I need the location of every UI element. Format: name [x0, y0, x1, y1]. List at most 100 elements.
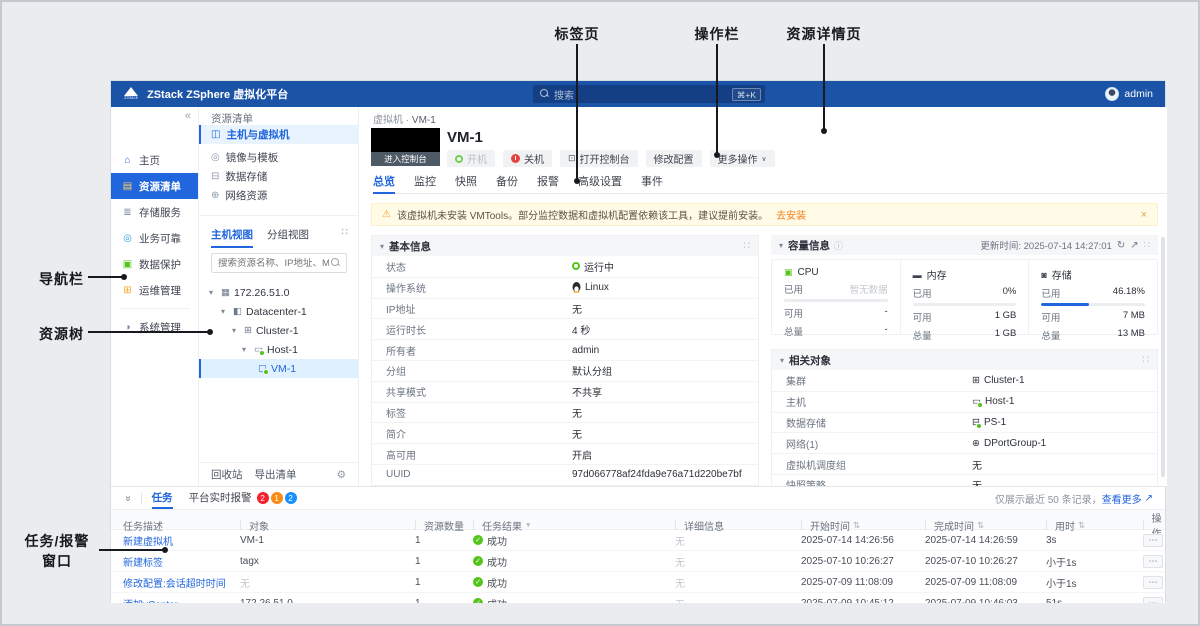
global-search-input[interactable]: 搜索 ⌘+K	[533, 85, 765, 103]
collapse-panel-icon[interactable]: »	[122, 495, 133, 501]
modify-config-button[interactable]: 修改配置	[646, 150, 702, 167]
host-link[interactable]: ▭Host-1	[972, 396, 1014, 407]
power-off-button[interactable]: 关机	[503, 150, 552, 167]
open-console-button[interactable]: ⊡ 打开控制台	[560, 150, 638, 167]
user-menu[interactable]: admin	[1105, 81, 1153, 107]
task-link[interactable]: 新建虚拟机	[123, 533, 240, 548]
annotation-line-resource-tree	[88, 331, 208, 333]
tab-group-view[interactable]: 分组视图	[267, 227, 309, 248]
cpu-icon: ▣	[784, 267, 793, 278]
rpanel-item-network[interactable]: ⊕ 网络资源	[199, 186, 358, 205]
resource-panel: 资源清单 ◫ 主机与虚拟机 ◎ 镜像与模板 ⊟ 数据存储 ⊕ 网络资源 主机视图…	[199, 107, 359, 486]
tree-node-cluster[interactable]: ▾ ⊞ Cluster-1	[199, 321, 358, 340]
sidebar-collapse-icon[interactable]: «	[185, 110, 191, 122]
task-link[interactable]: 添加vCenter	[123, 596, 240, 604]
caret-down-icon[interactable]: ▾	[779, 241, 783, 250]
drag-handle-icon[interactable]: ∷	[1142, 354, 1149, 366]
tab-alarm[interactable]: 报警	[537, 173, 559, 194]
critical-alarm-badge[interactable]: 2	[257, 492, 269, 504]
gear-icon[interactable]: ⚙	[337, 469, 346, 481]
user-avatar	[1105, 87, 1119, 101]
drag-handle-icon[interactable]: ∷	[1144, 240, 1150, 251]
tab-events[interactable]: 事件	[641, 173, 663, 194]
external-link-icon[interactable]: ↗	[1145, 493, 1153, 504]
related-objects-card: ▾ 相关对象 ∷ 集群 ⊞Cluster-1 主机 ▭Host-1 数据存储 ⊟…	[771, 349, 1158, 486]
power-on-button[interactable]: 开机	[447, 150, 495, 167]
layout-grid-icon[interactable]: ∷	[342, 227, 348, 238]
sort-icon[interactable]: ⇅	[853, 520, 860, 531]
tab-platform-alarms[interactable]: 平台实时报警	[189, 487, 252, 509]
tab-tasks[interactable]: 任务	[152, 487, 173, 509]
tree-node-label: VM-1	[271, 363, 296, 375]
recycle-bin-link[interactable]: 回收站	[211, 467, 243, 482]
cluster-link[interactable]: ⊞Cluster-1	[972, 375, 1025, 386]
sidebar-item-ops[interactable]: ⊞ 运维管理	[111, 277, 198, 303]
annotation-line-action-bar	[716, 44, 718, 154]
install-link[interactable]: 去安装	[776, 207, 806, 222]
rpanel-item-host-vm[interactable]: ◫ 主机与虚拟机	[199, 125, 358, 144]
tab-advanced[interactable]: 高级设置	[578, 173, 622, 194]
tab-snapshot[interactable]: 快照	[455, 173, 477, 194]
row-actions-button[interactable]: ⋯	[1143, 576, 1163, 589]
success-icon: ✓	[473, 577, 483, 587]
power-on-icon	[455, 155, 463, 163]
tab-overview[interactable]: 总览	[373, 173, 395, 194]
nav-sidebar: « ⌂ 主页 ▤ 资源清单 ≣ 存储服务 ◎ 业务可靠	[111, 107, 199, 486]
annotation-dot-tab-page	[574, 178, 580, 184]
caret-down-icon[interactable]: ▾	[232, 326, 240, 335]
vm-title: VM-1	[447, 129, 483, 146]
col-object: 对象	[240, 518, 415, 533]
caret-down-icon[interactable]: ▾	[242, 345, 250, 354]
external-link-icon[interactable]: ↗	[1130, 240, 1138, 251]
task-link[interactable]: 新建标签	[123, 554, 240, 569]
rpanel-footer: 回收站 导出清单 ⚙	[199, 462, 358, 486]
row-actions-button[interactable]: ⋯	[1143, 555, 1163, 568]
tab-monitor[interactable]: 监控	[414, 173, 436, 194]
task-link[interactable]: 修改配置:会话超时时间	[123, 575, 240, 590]
rpanel-item-image-template[interactable]: ◎ 镜像与模板	[199, 148, 358, 167]
refresh-icon[interactable]: ↻	[1117, 240, 1125, 251]
caret-down-icon[interactable]: ▾	[380, 242, 384, 251]
sidebar-item-resource-list[interactable]: ▤ 资源清单	[111, 173, 198, 199]
tab-backup[interactable]: 备份	[496, 173, 518, 194]
tree-search-input[interactable]	[212, 258, 329, 269]
console-icon: ⊡	[568, 153, 576, 164]
warning-alarm-badge[interactable]: 1	[271, 492, 283, 504]
drag-handle-icon[interactable]: ∷	[743, 240, 750, 252]
enter-console-button[interactable]: 进入控制台	[371, 152, 440, 166]
sort-icon[interactable]: ⇅	[1078, 520, 1085, 531]
top-header: ZStack ZStack ZSphere 虚拟化平台 搜索 ⌘+K admin	[111, 81, 1165, 107]
sort-icon[interactable]: ⇅	[977, 520, 984, 531]
tree-node-label: Datacenter-1	[246, 306, 307, 318]
row-actions-button[interactable]: ⋯	[1143, 534, 1163, 547]
row-actions-button[interactable]: ⋯	[1143, 597, 1163, 604]
host-icon: ▭	[972, 396, 981, 407]
image-template-icon: ◎	[211, 152, 220, 163]
scrollbar[interactable]	[1161, 237, 1165, 477]
info-row-ha: 高可用 开启	[372, 443, 758, 464]
export-list-link[interactable]: 导出清单	[255, 467, 297, 482]
datastore-link[interactable]: ⊟PS-1	[972, 417, 1006, 428]
breadcrumb-root[interactable]: 虚拟机	[373, 115, 403, 126]
close-icon[interactable]: ×	[1141, 209, 1147, 221]
caret-down-icon[interactable]: ▾	[780, 356, 784, 365]
view-more-link[interactable]: 查看更多	[1102, 491, 1142, 506]
sidebar-item-home[interactable]: ⌂ 主页	[111, 147, 198, 173]
col-duration: 用时⇅	[1046, 518, 1143, 533]
filter-icon[interactable]: ▼	[525, 522, 531, 529]
caret-down-icon[interactable]: ▾	[209, 288, 217, 297]
caret-down-icon[interactable]: ▾	[221, 307, 229, 316]
tree-node-vm[interactable]: ▢ VM-1	[199, 359, 358, 378]
tab-host-view[interactable]: 主机视图	[211, 227, 253, 248]
info-row-tag: 标签 无	[372, 402, 758, 423]
sidebar-item-storage[interactable]: ≣ 存储服务	[111, 199, 198, 225]
network-link[interactable]: ⊕DPortGroup-1	[972, 438, 1046, 449]
sidebar-item-system[interactable]: ◑ 系统管理	[111, 314, 198, 340]
info-alarm-badge[interactable]: 2	[285, 492, 297, 504]
rpanel-item-datastore[interactable]: ⊟ 数据存储	[199, 167, 358, 186]
zstack-logo-icon: ZStack	[123, 87, 139, 101]
tree-node-host[interactable]: ▾ ▭ Host-1	[199, 340, 358, 359]
tree-node-vcenter[interactable]: ▾ ▦ 172.26.51.0	[199, 283, 358, 302]
sidebar-item-business[interactable]: ◎ 业务可靠	[111, 225, 198, 251]
tree-node-datacenter[interactable]: ▾ ◧ Datacenter-1	[199, 302, 358, 321]
